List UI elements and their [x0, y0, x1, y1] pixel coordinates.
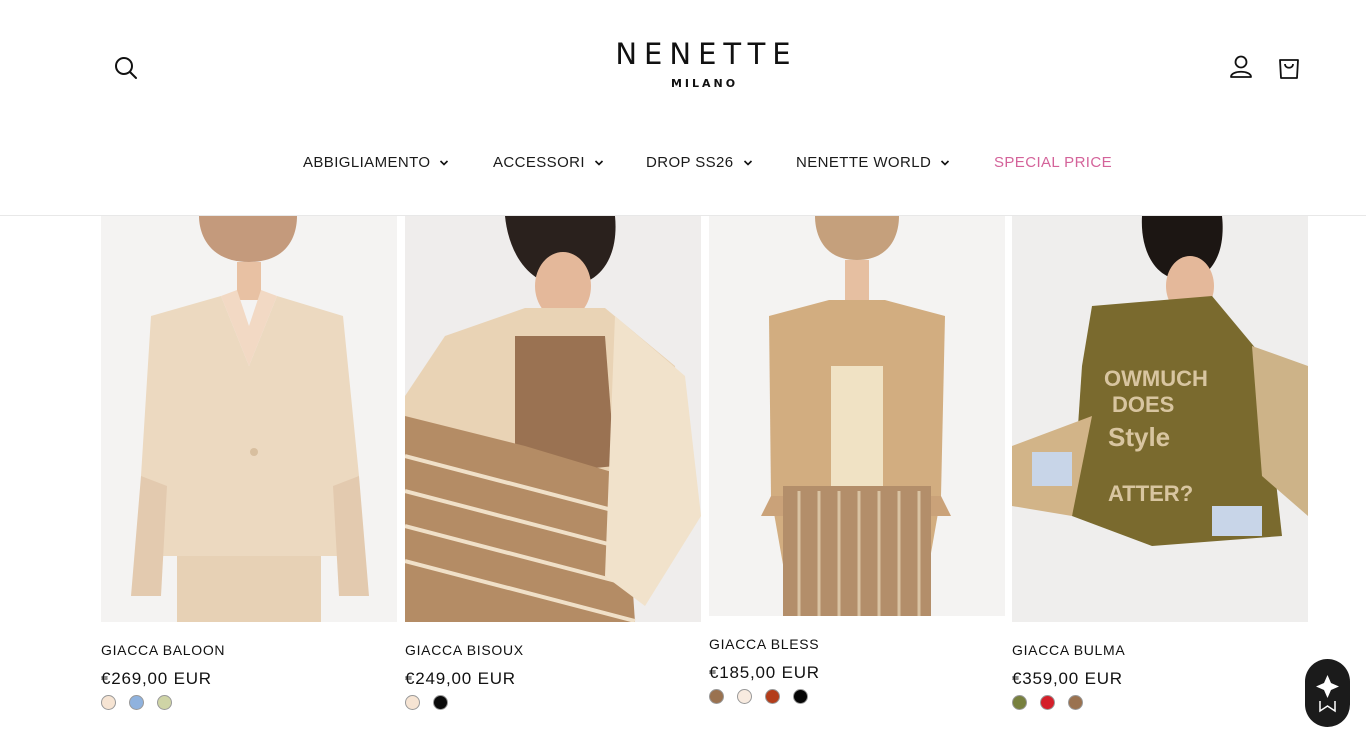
nav-item-label: NENETTE WORLD	[796, 154, 932, 171]
color-swatch[interactable]	[1068, 695, 1083, 710]
product-photo: OWMUCH DOES Style ATTER?	[1012, 216, 1308, 622]
product-name[interactable]: GIACCA BLESS	[709, 636, 1005, 652]
color-swatch[interactable]	[433, 695, 448, 710]
chevron-down-icon	[594, 159, 604, 166]
product-photo	[101, 216, 397, 622]
color-swatch[interactable]	[405, 695, 420, 710]
color-swatches	[405, 695, 701, 710]
brand-city: MILANO	[670, 77, 739, 90]
svg-text:Style: Style	[1108, 422, 1170, 452]
shopping-bag-icon	[1279, 59, 1299, 79]
brand-logo[interactable]: NENETTE MILANO	[583, 38, 823, 90]
color-swatch[interactable]	[129, 695, 144, 710]
brand-name: NENETTE	[615, 37, 798, 71]
product-card: OWMUCH DOES Style ATTER? GIACCA BULMA €3…	[1012, 216, 1308, 710]
product-card: GIACCA BLESS €185,00 EUR	[709, 216, 1005, 704]
svg-text:OWMUCH: OWMUCH	[1104, 366, 1208, 391]
color-swatch[interactable]	[793, 689, 808, 704]
color-swatch[interactable]	[157, 695, 172, 710]
nav-item-label: SPECIAL PRICE	[994, 154, 1113, 171]
search-icon	[115, 57, 137, 79]
chat-widget-icon	[1316, 675, 1339, 713]
cart-button[interactable]	[1275, 53, 1303, 81]
chevron-down-icon	[743, 159, 752, 166]
svg-text:ATTER?: ATTER?	[1108, 481, 1193, 506]
account-button[interactable]	[1227, 53, 1255, 81]
product-card: GIACCA BALOON €269,00 EUR	[101, 216, 397, 710]
color-swatch[interactable]	[737, 689, 752, 704]
product-photo	[405, 216, 701, 622]
color-swatch[interactable]	[1012, 695, 1027, 710]
nav-item-label: ABBIGLIAMENTO	[303, 154, 431, 171]
product-image[interactable]	[405, 216, 701, 622]
nav-item-label: ACCESSORI	[493, 154, 585, 171]
color-swatch[interactable]	[1040, 695, 1055, 710]
search-button[interactable]	[112, 54, 140, 82]
product-price: €359,00 EUR	[1012, 669, 1123, 688]
product-name[interactable]: GIACCA BULMA	[1012, 642, 1308, 658]
chat-widget-button[interactable]	[1305, 659, 1350, 727]
chevron-down-icon	[440, 159, 449, 166]
product-price: €249,00 EUR	[405, 669, 516, 688]
product-card: GIACCA BISOUX €249,00 EUR	[405, 216, 701, 710]
user-icon	[1230, 55, 1252, 78]
product-photo	[709, 216, 1005, 616]
product-image[interactable]	[709, 216, 1005, 616]
product-price: €269,00 EUR	[101, 669, 212, 688]
product-name[interactable]: GIACCA BISOUX	[405, 642, 701, 658]
product-name[interactable]: GIACCA BALOON	[101, 642, 397, 658]
nav-item-label: DROP SS26	[646, 154, 734, 171]
nav-item-accessori[interactable]: ACCESSORI	[493, 154, 604, 171]
nav-item-drop-ss26[interactable]: DROP SS26	[646, 154, 753, 171]
main-navigation: ABBIGLIAMENTO ACCESSORI DROP SS26 NENETT…	[0, 154, 1366, 180]
nav-item-abbigliamento[interactable]: ABBIGLIAMENTO	[303, 154, 449, 171]
color-swatch[interactable]	[709, 689, 724, 704]
color-swatch[interactable]	[101, 695, 116, 710]
product-image[interactable]: OWMUCH DOES Style ATTER?	[1012, 216, 1308, 622]
site-header: NENETTE MILANO ABBIGLIAMENTO ACCESSORI D…	[0, 0, 1366, 216]
svg-text:DOES: DOES	[1112, 392, 1174, 417]
nav-item-special-price[interactable]: SPECIAL PRICE	[994, 154, 1112, 171]
chevron-down-icon	[941, 159, 950, 166]
color-swatches	[1012, 695, 1308, 710]
product-price: €185,00 EUR	[709, 663, 820, 682]
nav-item-nenette-world[interactable]: NENETTE WORLD	[796, 154, 950, 171]
color-swatches	[709, 689, 1005, 704]
color-swatches	[101, 695, 397, 710]
product-image[interactable]	[101, 216, 397, 622]
color-swatch[interactable]	[765, 689, 780, 704]
